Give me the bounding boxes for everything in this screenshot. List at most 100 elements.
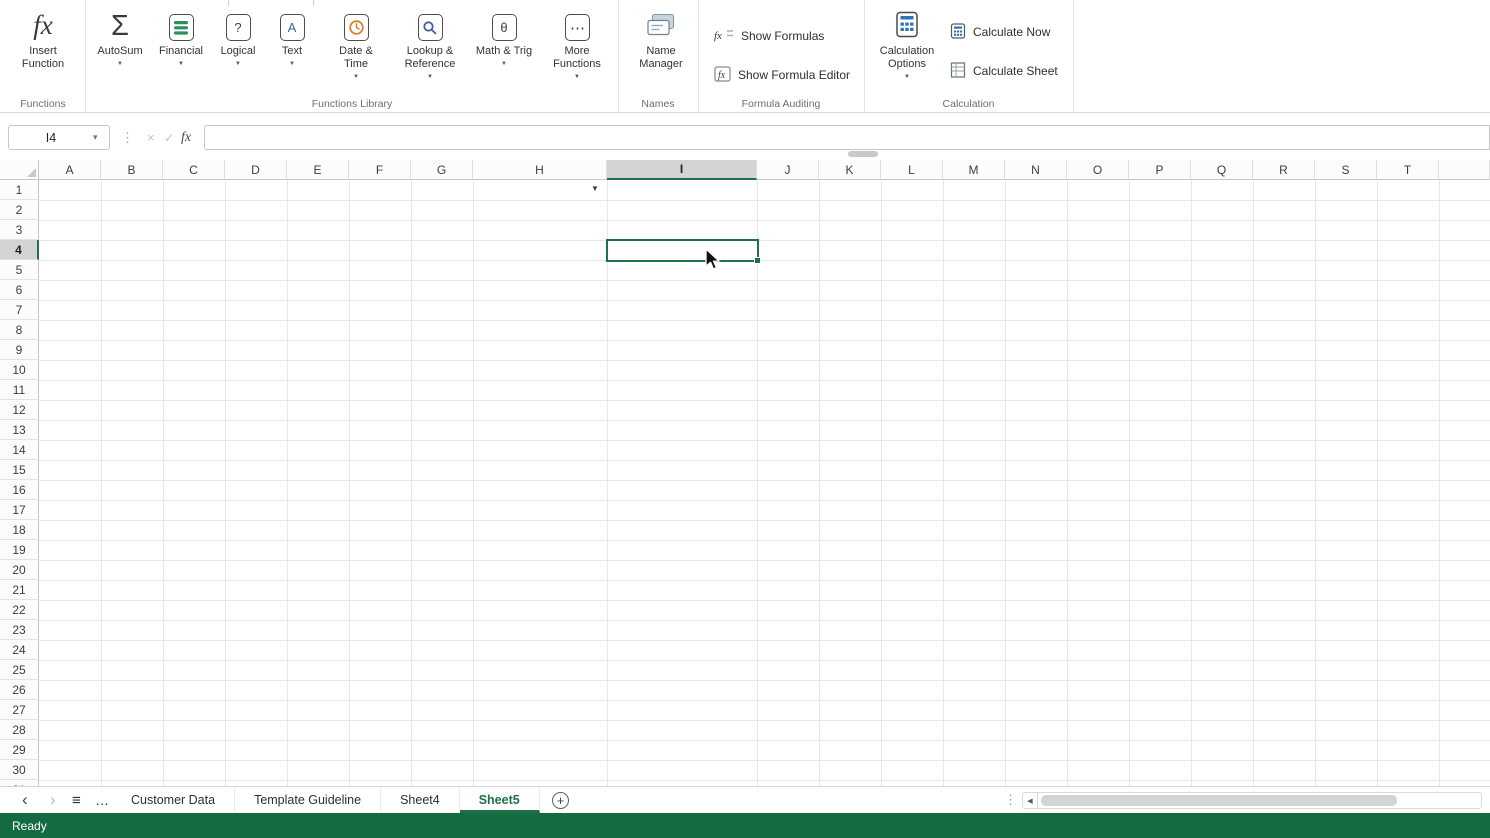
scrollbar-thumb[interactable]: [1041, 795, 1397, 806]
formula-input[interactable]: [204, 125, 1490, 150]
row-header-11[interactable]: 11: [0, 380, 39, 400]
row-header-14[interactable]: 14: [0, 440, 39, 460]
select-all-button[interactable]: [0, 160, 39, 180]
column-header-N[interactable]: N: [1005, 160, 1067, 180]
math-trig-button[interactable]: θ Math & Trig ▼: [464, 5, 544, 98]
name-box[interactable]: I4 ▾: [8, 125, 110, 150]
row-header-18[interactable]: 18: [0, 520, 39, 540]
selection-box-I4[interactable]: [606, 239, 759, 262]
grid-line-vertical: [1377, 180, 1378, 786]
column-header-A[interactable]: A: [39, 160, 101, 180]
row-header-28[interactable]: 28: [0, 720, 39, 740]
lookup-reference-button[interactable]: Lookup & Reference ▼: [391, 5, 469, 98]
sheet-tab-customer-data[interactable]: Customer Data: [112, 787, 235, 813]
row-header-17[interactable]: 17: [0, 500, 39, 520]
tabs-scroll-right-icon[interactable]: ›: [50, 787, 56, 813]
column-header-E[interactable]: E: [287, 160, 349, 180]
row-header-4[interactable]: 4: [0, 240, 39, 260]
calculate-sheet-button[interactable]: Calculate Sheet: [950, 61, 1058, 81]
column-header-L[interactable]: L: [881, 160, 943, 180]
column-header-I[interactable]: I: [607, 160, 757, 180]
column-header-P[interactable]: P: [1129, 160, 1191, 180]
cells-area[interactable]: [39, 180, 1490, 786]
column-header-K[interactable]: K: [819, 160, 881, 180]
column-header-D[interactable]: D: [225, 160, 287, 180]
column-header-T[interactable]: T: [1377, 160, 1439, 180]
group-label-formula-auditing: Formula Auditing: [698, 98, 864, 110]
ribbon-resize-handle[interactable]: [848, 151, 878, 157]
sheet-tab-sheet4[interactable]: Sheet4: [381, 787, 460, 813]
formula-fx-icon[interactable]: fx: [181, 125, 191, 150]
dropdown-caret-icon: ▼: [289, 61, 295, 67]
row-header-30[interactable]: 30: [0, 760, 39, 780]
row-header-1[interactable]: 1: [0, 180, 39, 200]
row-header-27[interactable]: 27: [0, 700, 39, 720]
row-header-16[interactable]: 16: [0, 480, 39, 500]
row-header-8[interactable]: 8: [0, 320, 39, 340]
row-header-31[interactable]: 31: [0, 780, 39, 786]
text-button[interactable]: A Text ▼: [269, 5, 315, 98]
sheet-tabs: Customer DataTemplate GuidelineSheet4She…: [112, 787, 540, 813]
date-time-button[interactable]: Date & Time ▼: [328, 5, 384, 98]
sheet-tab-sheet5[interactable]: Sheet5: [460, 787, 540, 813]
calculation-options-button[interactable]: Calculation Options ▼: [871, 5, 943, 98]
horizontal-scrollbar[interactable]: ◀: [1022, 792, 1482, 809]
add-sheet-button[interactable]: +: [552, 792, 569, 809]
scroll-left-button[interactable]: ◀: [1023, 793, 1038, 808]
grid-line-horizontal: [39, 240, 1490, 241]
column-header-O[interactable]: O: [1067, 160, 1129, 180]
column-header-S[interactable]: S: [1315, 160, 1377, 180]
row-header-7[interactable]: 7: [0, 300, 39, 320]
name-manager-button[interactable]: Name Manager: [628, 5, 694, 98]
sheet-tab-template-guideline[interactable]: Template Guideline: [235, 787, 381, 813]
column-header-C[interactable]: C: [163, 160, 225, 180]
row-header-10[interactable]: 10: [0, 360, 39, 380]
row-header-19[interactable]: 19: [0, 540, 39, 560]
row-header-29[interactable]: 29: [0, 740, 39, 760]
insert-function-button[interactable]: fx Insert Function: [13, 5, 73, 98]
grid-line-horizontal: [39, 620, 1490, 621]
row-header-24[interactable]: 24: [0, 640, 39, 660]
row-header-21[interactable]: 21: [0, 580, 39, 600]
column-header-Q[interactable]: Q: [1191, 160, 1253, 180]
grid-line-horizontal: [39, 380, 1490, 381]
column-header-J[interactable]: J: [757, 160, 819, 180]
column-header-M[interactable]: M: [943, 160, 1005, 180]
more-functions-button[interactable]: ⋯ More Functions ▼: [546, 5, 608, 98]
row-header-6[interactable]: 6: [0, 280, 39, 300]
enter-check-icon[interactable]: ✓: [164, 125, 174, 150]
column-header-R[interactable]: R: [1253, 160, 1315, 180]
sheet-list-menu-icon[interactable]: ≡: [72, 787, 81, 813]
tabs-scroll-left-icon[interactable]: ‹: [22, 787, 28, 813]
show-formulas-button[interactable]: fx Show Formulas: [714, 26, 824, 46]
column-header-F[interactable]: F: [349, 160, 411, 180]
column-header-G[interactable]: G: [411, 160, 473, 180]
row-header-3[interactable]: 3: [0, 220, 39, 240]
row-header-2[interactable]: 2: [0, 200, 39, 220]
autosum-button[interactable]: Σ AutoSum ▼: [92, 5, 148, 98]
column-header-H[interactable]: H: [473, 160, 607, 180]
row-header-12[interactable]: 12: [0, 400, 39, 420]
column-header-B[interactable]: B: [101, 160, 163, 180]
row-header-5[interactable]: 5: [0, 260, 39, 280]
row-header-13[interactable]: 13: [0, 420, 39, 440]
logical-button[interactable]: ? Logical ▼: [212, 5, 264, 98]
row-header-15[interactable]: 15: [0, 460, 39, 480]
row-header-23[interactable]: 23: [0, 620, 39, 640]
column-header-overflow[interactable]: [1439, 160, 1490, 180]
more-sheets-icon[interactable]: …: [95, 787, 110, 813]
lookup-reference-label: Lookup & Reference: [391, 45, 469, 71]
row-header-26[interactable]: 26: [0, 680, 39, 700]
svg-text:fx: fx: [714, 30, 722, 42]
show-formula-editor-button[interactable]: fx Show Formula Editor: [714, 65, 850, 85]
row-header-9[interactable]: 9: [0, 340, 39, 360]
row-header-22[interactable]: 22: [0, 600, 39, 620]
name-box-chevron-icon[interactable]: ▾: [93, 132, 109, 143]
row-header-25[interactable]: 25: [0, 660, 39, 680]
calculate-now-button[interactable]: Calculate Now: [950, 22, 1050, 42]
cell-dropdown-arrow-H1[interactable]: ▼: [591, 185, 599, 193]
cancel-icon[interactable]: ×: [147, 125, 155, 150]
row-header-20[interactable]: 20: [0, 560, 39, 580]
financial-button[interactable]: Financial ▼: [152, 5, 210, 98]
fill-handle[interactable]: [754, 257, 761, 264]
